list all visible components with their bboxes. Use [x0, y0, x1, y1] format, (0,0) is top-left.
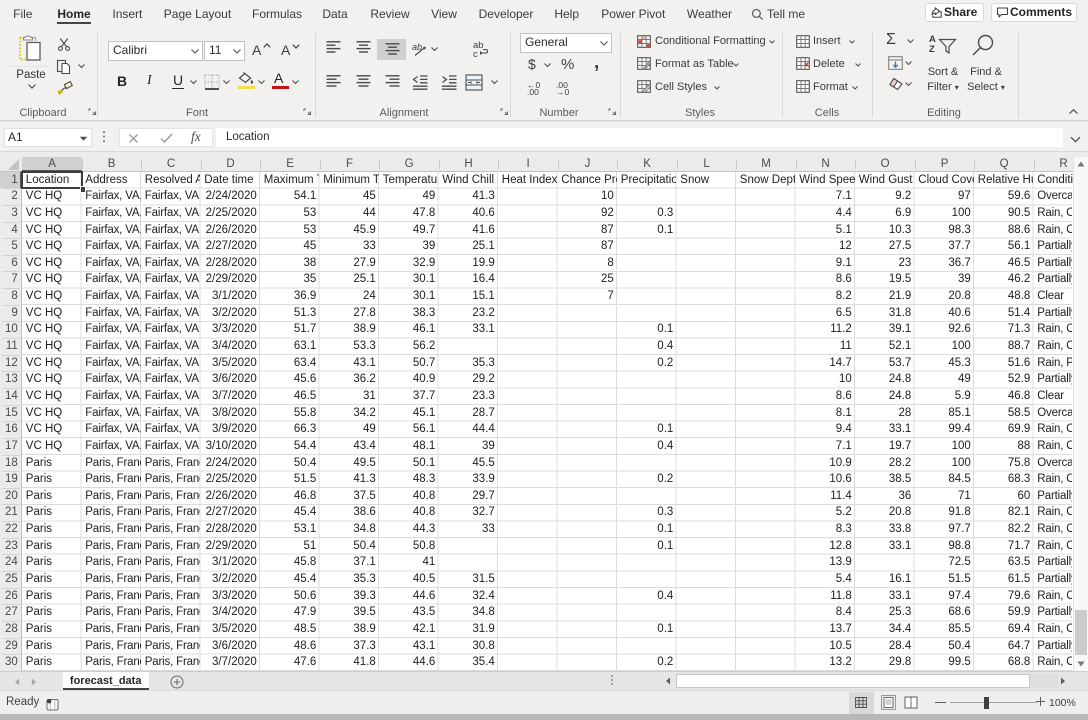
svg-text:c: c: [473, 49, 478, 58]
